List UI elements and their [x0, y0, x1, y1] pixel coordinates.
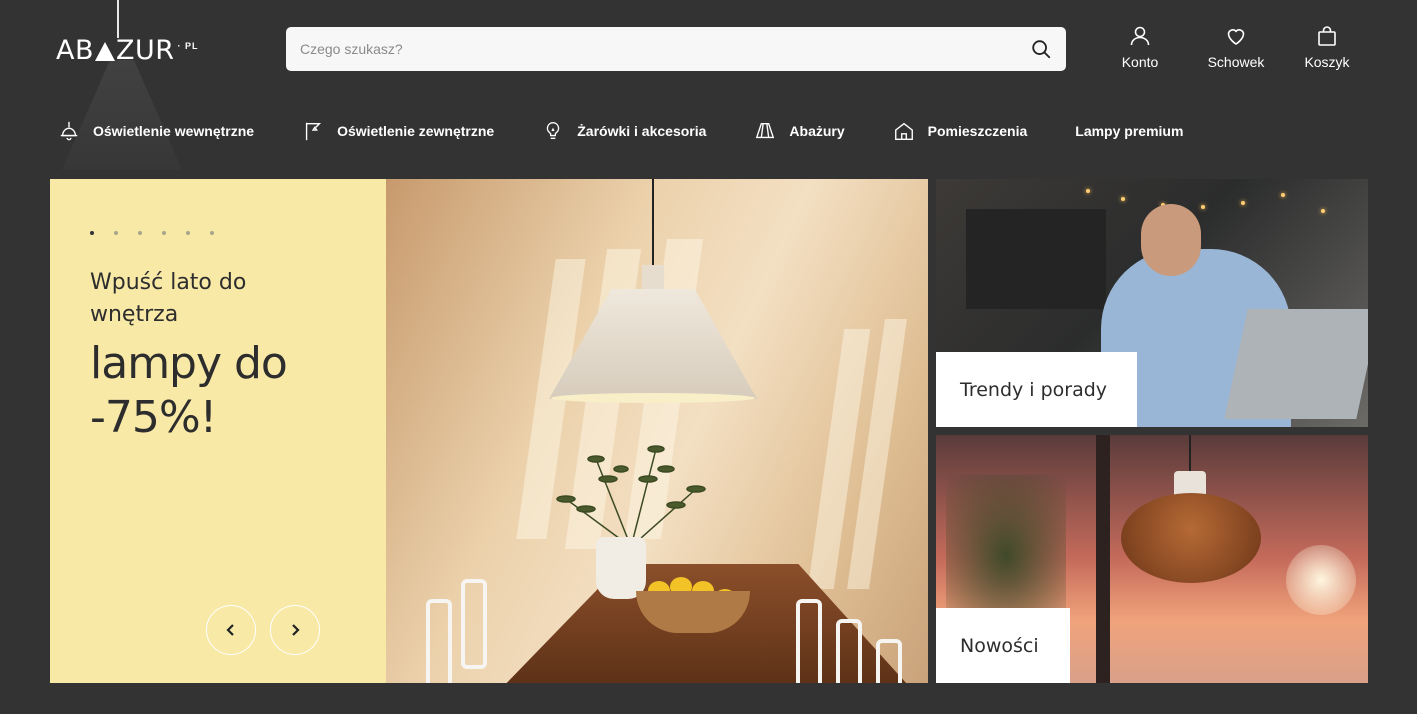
pendant-cord-small — [1189, 435, 1191, 473]
logo-suffix: · PL — [177, 41, 199, 51]
nav-item-outdoor-lighting[interactable]: Oświetlenie zewnętrzne — [302, 120, 494, 142]
chair — [461, 579, 487, 669]
chevron-left-icon — [226, 624, 234, 636]
slider-next-button[interactable] — [270, 605, 320, 655]
lampshade-icon — [756, 122, 775, 139]
pendant-cord — [652, 179, 654, 267]
logo-lampshade-icon — [95, 42, 115, 61]
nav-item-lampshades[interactable]: Abażury — [754, 120, 845, 142]
wishlist-button[interactable]: Schowek — [1204, 24, 1268, 70]
wishlist-label: Schowek — [1207, 54, 1265, 70]
string-light — [1321, 209, 1325, 213]
chair — [796, 599, 822, 683]
heart-icon — [1227, 29, 1245, 45]
bulb-icon — [547, 122, 560, 140]
hero-text-panel: Wpuść lato do wnętrza lampy do -75%! — [50, 179, 386, 683]
nav-item-indoor-lighting[interactable]: Oświetlenie wewnętrzne — [58, 120, 254, 142]
nav-label: Pomieszczenia — [927, 123, 1028, 139]
search-icon[interactable] — [1030, 38, 1052, 60]
search-bar — [286, 27, 1066, 71]
dark-column — [1096, 435, 1110, 683]
nav-item-bulbs-accessories[interactable]: Żarówki i akcesoria — [542, 120, 706, 142]
cart-button[interactable]: Koszyk — [1302, 24, 1352, 70]
cart-label: Koszyk — [1304, 54, 1350, 70]
chair — [836, 619, 862, 683]
account-button[interactable]: Konto — [1112, 24, 1168, 70]
vase — [596, 537, 646, 599]
string-light — [1241, 201, 1245, 205]
nav-label: Oświetlenie wewnętrzne — [93, 123, 255, 139]
logo-text-left: AB — [56, 35, 94, 66]
laptop — [1224, 309, 1368, 419]
olive-plant — [556, 445, 706, 548]
account-label: Konto — [1121, 54, 1159, 70]
slider-dot[interactable] — [210, 231, 214, 235]
nav-item-rooms[interactable]: Pomieszczenia — [893, 120, 1028, 142]
chair — [876, 639, 902, 683]
house-icon — [894, 122, 913, 140]
card-label: Nowości — [936, 608, 1070, 683]
shopping-bag-icon — [1318, 26, 1336, 46]
logo[interactable]: AB ZUR · PL — [56, 36, 199, 66]
logo-text-right: ZUR — [116, 35, 175, 66]
glass-pendant — [1121, 493, 1261, 583]
card-new-arrivals[interactable]: Nowości — [936, 435, 1368, 683]
string-light — [1201, 205, 1205, 209]
string-light — [1121, 197, 1125, 201]
logo-lamp-cord — [117, 0, 119, 38]
logo-suffix-text: PL — [185, 41, 199, 51]
nav-label: Abażury — [789, 123, 845, 139]
outdoor-lamp-icon — [305, 122, 322, 141]
user-icon — [1130, 26, 1150, 46]
nav-label: Lampy premium — [1075, 123, 1184, 139]
slider-dot[interactable] — [162, 231, 166, 235]
main-nav: Oświetlenie wewnętrzne Oświetlenie zewnę… — [58, 118, 1183, 144]
chalkboard — [966, 209, 1106, 309]
slider-dot[interactable] — [186, 231, 190, 235]
slider-dot[interactable] — [138, 231, 142, 235]
card-label: Trendy i porady — [936, 352, 1137, 427]
pendant-neck — [642, 265, 664, 291]
chair — [426, 599, 452, 683]
string-light — [1281, 193, 1285, 197]
ceiling-lamp-icon — [60, 121, 78, 141]
hero-title: lampy do -75%! — [90, 338, 288, 443]
nav-item-premium-lamps[interactable]: Lampy premium — [1075, 123, 1183, 139]
nav-label: Oświetlenie zewnętrzne — [337, 123, 495, 139]
slider-dot[interactable] — [90, 231, 94, 235]
string-light — [1086, 189, 1090, 193]
search-input[interactable] — [300, 41, 1030, 57]
logo-light-beam — [62, 60, 182, 170]
hero-slider[interactable]: Wpuść lato do wnętrza lampy do -75%! — [50, 179, 928, 683]
sun-glow — [1286, 545, 1356, 615]
slider-dots — [90, 231, 234, 235]
card-trends-tips[interactable]: Trendy i porady — [936, 179, 1368, 427]
slider-prev-button[interactable] — [206, 605, 256, 655]
hero-image[interactable] — [386, 179, 928, 683]
person-head — [1141, 204, 1201, 276]
hero-subtitle: Wpuść lato do wnętrza — [90, 270, 247, 327]
slider-dot[interactable] — [114, 231, 118, 235]
pendant-light-rim — [551, 393, 755, 403]
header-actions: Konto Schowek Koszyk — [1112, 24, 1352, 70]
nav-label: Żarówki i akcesoria — [577, 123, 707, 139]
chevron-right-icon — [292, 624, 300, 636]
pendant-lamp — [549, 289, 757, 399]
